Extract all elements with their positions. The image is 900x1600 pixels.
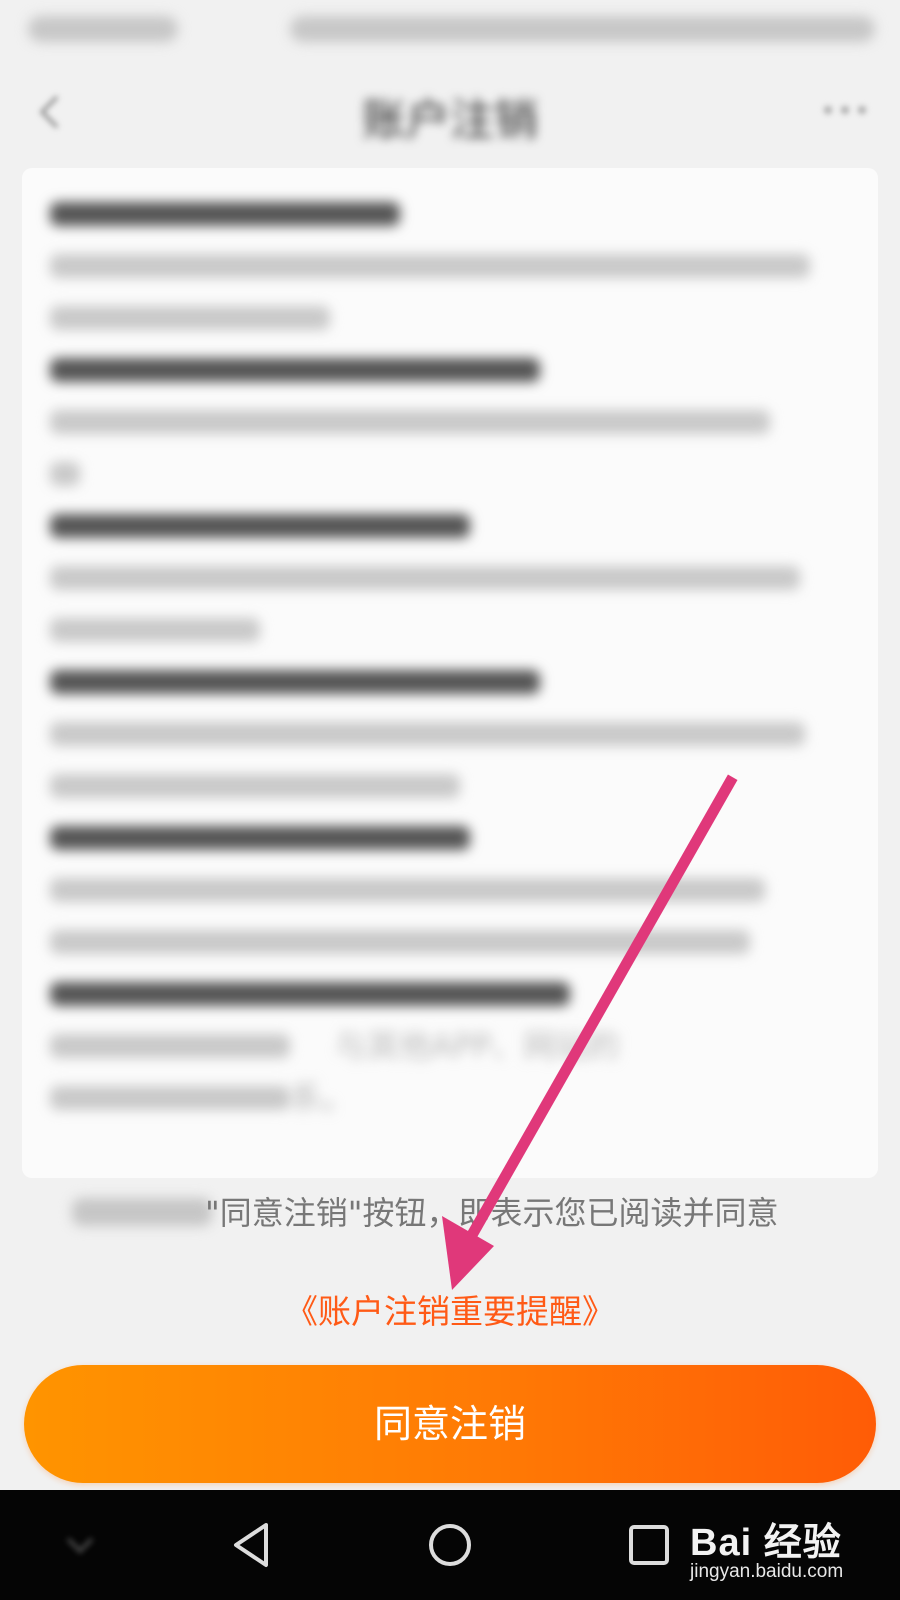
baidu-jingyan-watermark: Bai 经验 jingyan.baidu.com — [690, 1505, 890, 1595]
section-heading — [50, 500, 850, 552]
agreement-prefix-blurred — [72, 1198, 212, 1226]
section-heading — [50, 188, 850, 240]
screen: 账户注销 与其他APP、网站的 系。 "同意注销"按钮，即表示您已阅读并同意 《… — [0, 0, 900, 1600]
account-cancellation-reminder-link[interactable]: 《账户注销重要提醒》 — [0, 1285, 900, 1333]
section-body-line: 系。 — [50, 1072, 850, 1124]
section-body-line — [50, 552, 850, 604]
section-heading — [50, 344, 850, 396]
status-bar — [0, 0, 900, 62]
section-body-line — [50, 864, 850, 916]
recent-square-icon[interactable] — [619, 1515, 679, 1575]
section-body-line — [50, 708, 850, 760]
status-icons — [290, 16, 875, 42]
section-body-line — [50, 916, 850, 968]
section-body-line — [50, 448, 850, 500]
terms-card: 与其他APP、网站的 系。 — [22, 168, 878, 1178]
section-heading — [50, 968, 850, 1020]
section-body-line — [50, 604, 850, 656]
header: 账户注销 — [0, 62, 900, 166]
confirm-cancel-account-button[interactable]: 同意注销 — [24, 1365, 876, 1483]
section-body-line: 与其他APP、网站的 — [50, 1020, 850, 1072]
partial-body-text: 系。 — [290, 1079, 355, 1117]
back-triangle-icon[interactable] — [222, 1515, 282, 1575]
hide-nav-icon[interactable] — [50, 1515, 110, 1575]
section-heading — [50, 812, 850, 864]
terms-content: 与其他APP、网站的 系。 — [50, 188, 850, 1124]
agreement-text: "同意注销"按钮，即表示您已阅读并同意 — [205, 1194, 779, 1232]
section-heading — [50, 656, 850, 708]
section-body-line — [50, 292, 850, 344]
section-body-line — [50, 760, 850, 812]
section-body-line — [50, 240, 850, 292]
page-title: 账户注销 — [362, 95, 538, 146]
section-body-line — [50, 396, 850, 448]
more-icon[interactable] — [820, 100, 870, 120]
agreement-line: "同意注销"按钮，即表示您已阅读并同意 — [0, 1180, 900, 1240]
watermark-logo: Bai 经验 — [690, 1522, 842, 1564]
carrier-info — [28, 16, 178, 42]
partial-body-text: 与其他APP、网站的 — [335, 1027, 620, 1065]
watermark-url: jingyan.baidu.com — [690, 1561, 844, 1582]
home-circle-icon[interactable] — [420, 1515, 480, 1575]
